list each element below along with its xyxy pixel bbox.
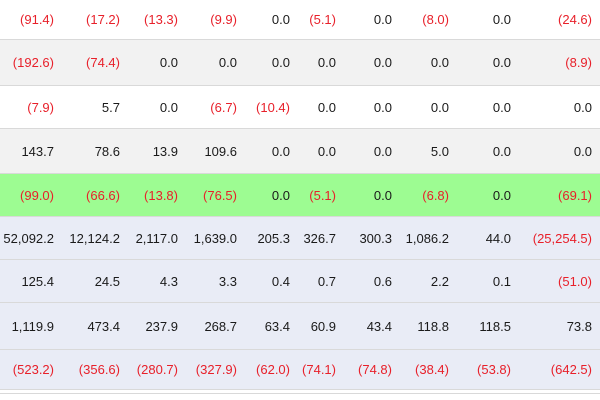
table-row: (192.6) (74.4) 0.0 0.0 0.0 0.0 0.0 0.0 0.0 (8.9) bbox=[0, 40, 600, 86]
table-cell: 0.0 bbox=[573, 144, 592, 159]
table-cell: 0.0 bbox=[492, 55, 511, 70]
table-cell: 0.0 bbox=[492, 144, 511, 159]
table-cell: (642.5) bbox=[550, 362, 592, 377]
table-cell: 44.0 bbox=[485, 231, 511, 246]
table-cell: 73.8 bbox=[566, 319, 592, 334]
table-row: 125.4 24.5 4.3 3.3 0.4 0.7 0.6 2.2 0.1 (51.0) bbox=[0, 260, 600, 303]
table-cell: (53.8) bbox=[477, 362, 511, 377]
table-row: (91.4) (17.2) (13.3) (9.9) 0.0 (5.1) 0.0 (8.0) 0… bbox=[0, 0, 600, 40]
table-row: (7.9) 5.7 0.0 (6.7) (10.4) 0.0 0.0 0.0 0.0 0.0 bbox=[0, 86, 600, 129]
table-cell: 118.5 bbox=[479, 319, 511, 334]
table-row: 143.7 78.6 13.9 109.6 0.0 0.0 0.0 5.0 0.0 0.0 bbox=[0, 129, 600, 174]
table-cell: 0.1 bbox=[492, 274, 511, 289]
table-cell: (8.9) bbox=[565, 55, 592, 70]
table-cell: (24.6) bbox=[558, 12, 592, 27]
table-cell: 0.0 bbox=[492, 100, 511, 115]
table-cell: 0.0 bbox=[492, 12, 511, 27]
table-cell: (25,254.5) bbox=[532, 231, 592, 246]
grid-bottom-edge bbox=[0, 393, 600, 400]
table-row: (99.0) (66.6) (13.8) (76.5) 0.0 (5.1) 0.0 (6.8)… bbox=[0, 174, 600, 217]
table-cell: (51.0) bbox=[558, 274, 592, 289]
table-cell: (69.1) bbox=[558, 188, 592, 203]
table-cell: 0.0 bbox=[492, 188, 511, 203]
table-row: (523.2) (356.6) (280.7) (327.9) (62.0) (74.1)… bbox=[0, 350, 600, 390]
table-row: 1,119.9 473.4 237.9 268.7 63.4 60.9 43.4 118.8 1… bbox=[0, 303, 600, 350]
table-row: 52,092.2 12,124.2 2,117.0 1,639.0 205.3 326.7… bbox=[0, 217, 600, 260]
financial-data-grid: (91.4) (17.2) (13.3) (9.9) 0.0 (5.1) 0.0 (8.0) 0… bbox=[0, 0, 600, 400]
table-cell: 0.0 bbox=[573, 100, 592, 115]
